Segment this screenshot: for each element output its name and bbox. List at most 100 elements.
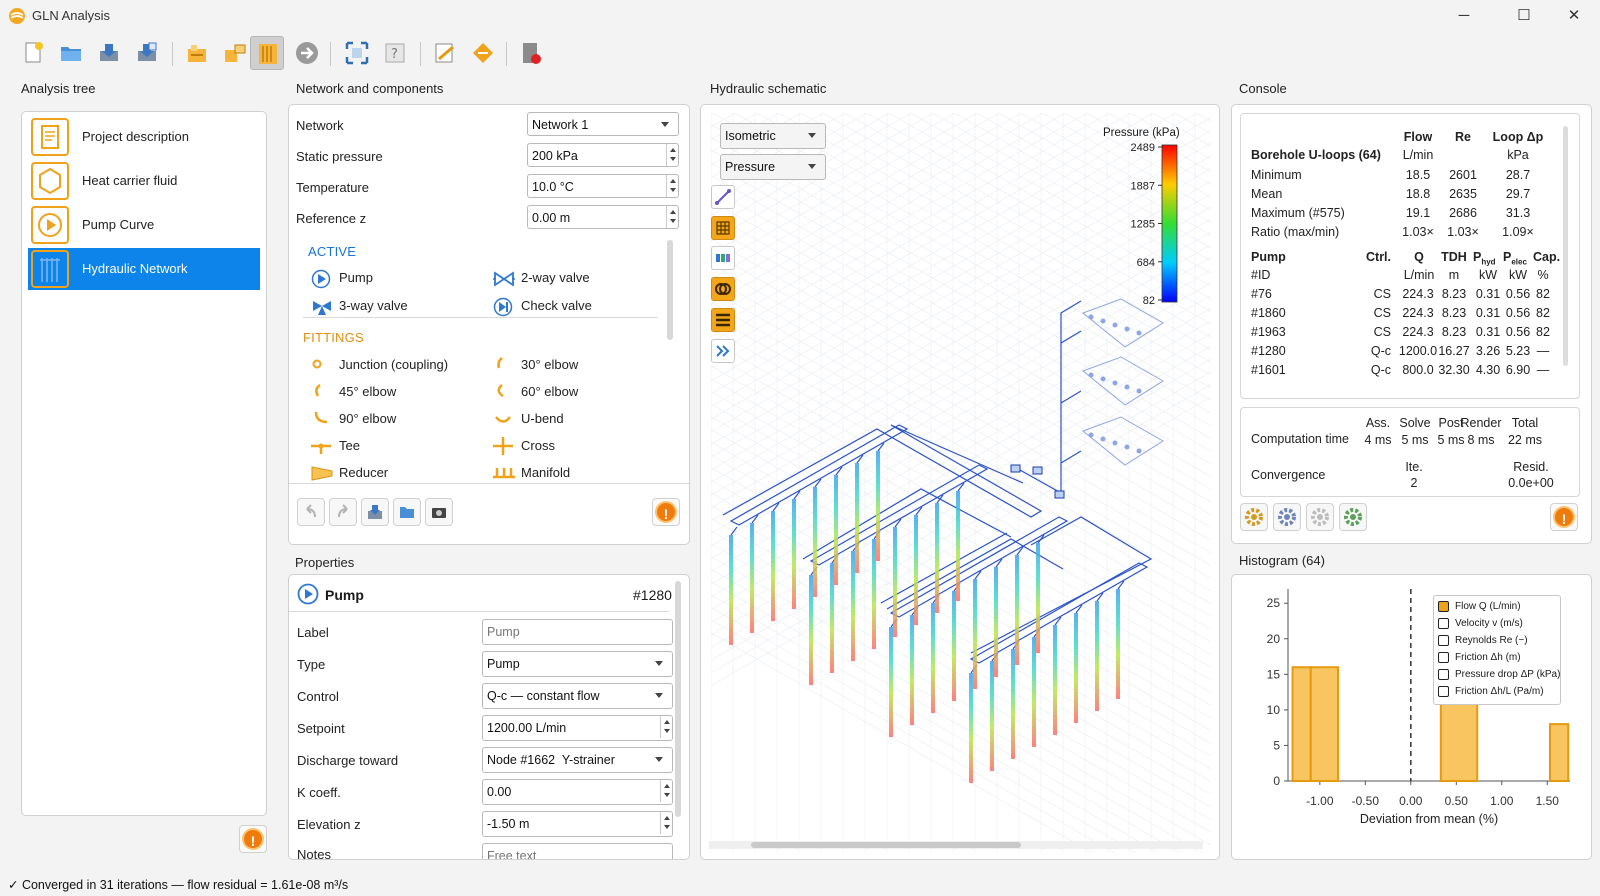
- console-warning-button[interactable]: !: [1550, 503, 1578, 531]
- legend-checkbox[interactable]: [1438, 635, 1449, 646]
- reset-solver-button[interactable]: [1306, 503, 1334, 531]
- fit-view-icon[interactable]: [340, 36, 374, 70]
- y-tick-label: 15: [1267, 667, 1281, 681]
- edit-icon[interactable]: [428, 36, 462, 70]
- setpoint-input[interactable]: 1200.00 L/min: [482, 715, 673, 741]
- spin-buttons[interactable]: [660, 812, 672, 834]
- redo-button[interactable]: [329, 498, 357, 526]
- spin-buttons[interactable]: [666, 206, 678, 228]
- unit-pelec: kW: [1508, 268, 1528, 282]
- spin-buttons[interactable]: [660, 780, 672, 802]
- spin-buttons[interactable]: [666, 144, 678, 166]
- grid-toggle[interactable]: [711, 216, 735, 240]
- schematic-canvas[interactable]: 2489 1887 1285 684 82: [711, 113, 1211, 853]
- legend-item[interactable]: Friction Δh (m): [1438, 651, 1562, 666]
- control-select[interactable]: Q-c — constant flow: [482, 683, 673, 709]
- legend-checkbox[interactable]: [1438, 686, 1449, 697]
- legend-item[interactable]: Velocity v (m/s): [1438, 617, 1562, 632]
- snapshot-button[interactable]: [425, 498, 453, 526]
- elbow-90-icon: [314, 411, 328, 424]
- save-network-button[interactable]: [361, 498, 389, 526]
- components-scrollbar[interactable]: [667, 240, 673, 340]
- type-select[interactable]: Pump: [482, 651, 673, 677]
- borehole-icon[interactable]: [250, 36, 284, 70]
- pump-cell: 8.23: [1441, 306, 1467, 320]
- k-coeff-input[interactable]: 0.00: [482, 779, 673, 805]
- network-select[interactable]: Network 1: [527, 112, 679, 136]
- legend-checkbox[interactable]: [1438, 652, 1449, 663]
- draw-pipe-tool[interactable]: [711, 185, 735, 209]
- histogram-bar[interactable]: [1309, 666, 1340, 782]
- borehole-probe: [889, 627, 893, 737]
- undo-button[interactable]: [297, 498, 325, 526]
- save-icon[interactable]: [92, 36, 126, 70]
- pump-id-cell[interactable]: #1280: [1251, 344, 1286, 358]
- borehole-probe: [935, 503, 939, 613]
- open-network-button[interactable]: [393, 498, 421, 526]
- console-scrollbar[interactable]: [1563, 126, 1568, 366]
- pump-node[interactable]: [1032, 466, 1043, 475]
- link-toggle[interactable]: [711, 277, 735, 301]
- spin-buttons[interactable]: [666, 175, 678, 197]
- borehole-probe: [1036, 543, 1040, 653]
- legend-item[interactable]: Reynolds Re (−): [1438, 634, 1562, 649]
- pump-node[interactable]: [1054, 490, 1065, 499]
- clean-icon[interactable]: [466, 36, 500, 70]
- network-warning-button[interactable]: !: [652, 498, 680, 526]
- legend-checkbox[interactable]: [1438, 669, 1449, 680]
- borehole-probe: [809, 575, 813, 685]
- spin-buttons[interactable]: [660, 716, 672, 738]
- report-icon[interactable]: [514, 36, 548, 70]
- borehole-probe: [771, 511, 775, 621]
- scrollbar-thumb[interactable]: [751, 842, 1021, 848]
- legend-item[interactable]: Flow Q (L/min): [1438, 600, 1562, 615]
- color-by-select[interactable]: Pressure: [720, 154, 826, 180]
- legend-checkbox[interactable]: [1438, 601, 1449, 612]
- borehole-section-title: Borehole U-loops (64): [1251, 148, 1381, 162]
- histogram-bar[interactable]: [1291, 666, 1312, 782]
- notes-input[interactable]: [482, 843, 673, 859]
- properties-scrollbar[interactable]: [675, 581, 681, 817]
- label-input[interactable]: [482, 619, 673, 645]
- next-arrow-icon[interactable]: [290, 36, 324, 70]
- open-folder-icon[interactable]: [54, 36, 88, 70]
- tree-item-hydraulic-network[interactable]: Hydraulic Network: [28, 248, 260, 290]
- tree-item-heat-carrier-fluid[interactable]: Heat carrier fluid: [28, 160, 260, 202]
- save-as-icon[interactable]: [130, 36, 164, 70]
- timing-value: 8 ms: [1467, 433, 1495, 447]
- validate-button[interactable]: [1339, 503, 1367, 531]
- legend-item[interactable]: Friction Δh/L (Pa/m): [1438, 685, 1562, 700]
- run-solver-button[interactable]: [1273, 503, 1301, 531]
- expand-toggle[interactable]: [711, 339, 735, 363]
- query-icon[interactable]: ?: [378, 36, 412, 70]
- layers-toggle[interactable]: [711, 246, 735, 270]
- new-file-icon[interactable]: [16, 36, 50, 70]
- pump-node[interactable]: [1010, 464, 1021, 473]
- maximize-button[interactable]: ☐: [1506, 4, 1542, 28]
- elevation-input[interactable]: -1.50 m: [482, 811, 673, 837]
- reference-z-input[interactable]: 0.00 m: [527, 205, 679, 229]
- pump-id-cell[interactable]: #1963: [1251, 325, 1286, 339]
- solve-settings-button[interactable]: [1240, 503, 1268, 531]
- histogram-bar[interactable]: [1548, 723, 1570, 783]
- schematic-h-scrollbar[interactable]: [709, 841, 1203, 849]
- discharge-select[interactable]: Node #1662 Y-strainer: [482, 747, 673, 773]
- minimize-button[interactable]: ─: [1446, 4, 1482, 28]
- tree-item-project-description[interactable]: Project description: [28, 116, 260, 158]
- pump-id-cell[interactable]: #1601: [1251, 363, 1286, 377]
- legend-checkbox[interactable]: [1438, 618, 1449, 629]
- legend-item[interactable]: Pressure drop ΔP (kPa): [1438, 668, 1562, 683]
- tree-warning-button[interactable]: !: [239, 825, 267, 853]
- static-pressure-input[interactable]: 200 kPa: [527, 143, 679, 167]
- export-icon[interactable]: [218, 36, 252, 70]
- list-toggle[interactable]: [711, 308, 735, 332]
- import-icon[interactable]: [180, 36, 214, 70]
- tree-item-label: Heat carrier fluid: [82, 173, 178, 188]
- pump-id-cell[interactable]: #76: [1251, 287, 1272, 301]
- close-button[interactable]: ✕: [1556, 4, 1592, 28]
- tree-item-pump-curve[interactable]: Pump Curve: [28, 204, 260, 246]
- view-select[interactable]: Isometric: [720, 123, 826, 149]
- node-marker: [1112, 322, 1118, 328]
- pump-id-cell[interactable]: #1860: [1251, 306, 1286, 320]
- temperature-input[interactable]: 10.0 °C: [527, 174, 679, 198]
